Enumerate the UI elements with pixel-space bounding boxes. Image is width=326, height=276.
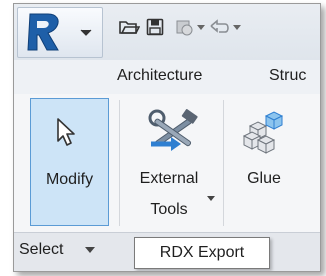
chevron-down-icon[interactable] xyxy=(197,25,205,31)
application-menu-button[interactable] xyxy=(17,7,103,58)
save-disk-icon[interactable] xyxy=(146,18,164,36)
glue-label: Glue xyxy=(247,170,281,187)
panel-separator xyxy=(119,100,120,226)
chevron-down-icon xyxy=(80,29,92,36)
modify-button[interactable]: Modify xyxy=(30,98,109,226)
sync-icon[interactable] xyxy=(174,18,196,36)
external-tools-label-line2: Tools xyxy=(150,201,188,218)
panel-separator xyxy=(223,100,224,226)
modify-label: Modify xyxy=(45,171,94,188)
revit-ribbon-window: Architecture Struc Modify External Tools xyxy=(13,3,321,272)
tooltip-rdx-export: RDX Export xyxy=(134,237,270,269)
ribbon-tab-bar: Architecture Struc xyxy=(14,60,320,95)
tab-structure[interactable]: Struc xyxy=(269,67,306,85)
quick-access-toolbar xyxy=(14,4,320,60)
revit-r-logo-icon xyxy=(27,13,59,51)
panel-title-select[interactable]: Select xyxy=(19,241,63,259)
tab-architecture[interactable]: Architecture xyxy=(117,67,202,85)
glue-cubes-icon xyxy=(242,111,284,154)
external-tools-button[interactable]: External Tools xyxy=(127,98,219,226)
tools-wrench-hammer-icon xyxy=(148,109,198,151)
external-tools-label-line1: External xyxy=(139,170,199,187)
chevron-down-icon[interactable] xyxy=(85,247,95,254)
cursor-arrow-icon xyxy=(57,118,75,146)
undo-icon[interactable] xyxy=(207,18,231,36)
glue-button[interactable]: Glue xyxy=(234,98,294,226)
chevron-down-icon[interactable] xyxy=(233,25,241,31)
folder-open-icon[interactable] xyxy=(118,18,140,36)
